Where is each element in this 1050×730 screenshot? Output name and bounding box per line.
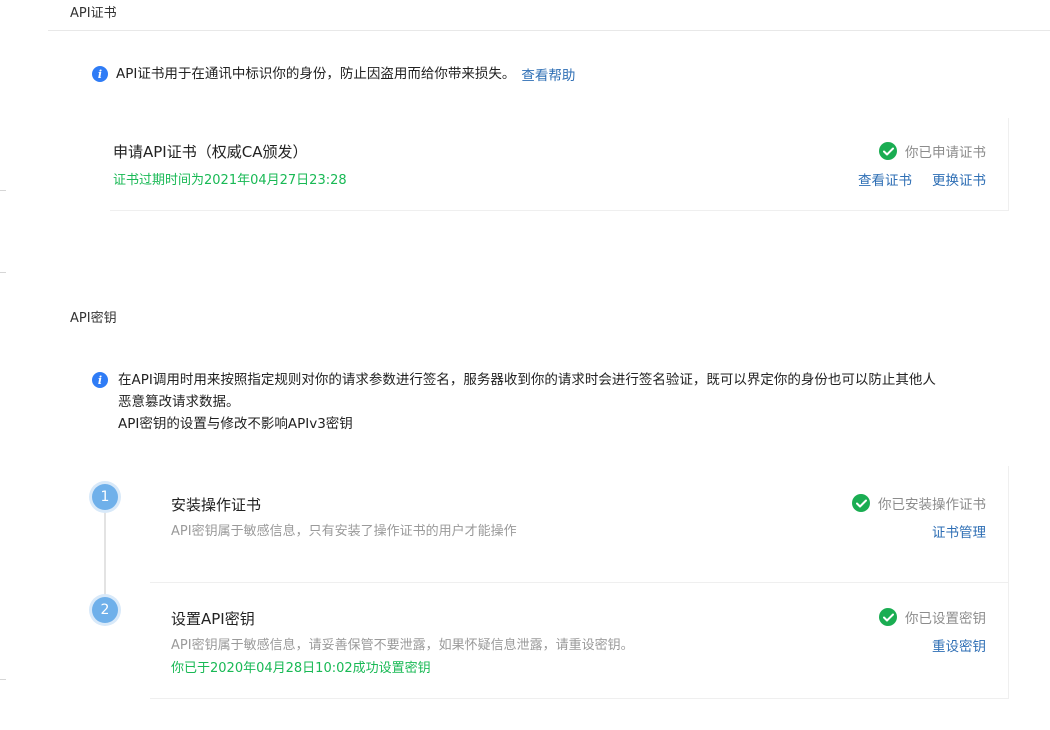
step-1-title: 安装操作证书 <box>171 496 262 514</box>
cert-section-divider <box>48 30 1050 31</box>
cert-info-text: API证书用于在通讯中标识你的身份，防止因盗用而给你带来损失。 <box>116 66 516 82</box>
step-2-title: 设置API密钥 <box>171 610 255 628</box>
key-info-line-3: API密钥的设置与修改不影响APIv3密钥 <box>118 416 353 432</box>
step-2-status: 你已设置密钥 <box>879 607 986 627</box>
check-circle-icon <box>852 494 870 512</box>
help-link[interactable]: 查看帮助 <box>521 64 575 84</box>
check-circle-icon <box>879 608 897 626</box>
check-circle-icon <box>879 142 897 160</box>
edge-tick <box>0 679 6 680</box>
step-1-desc: API密钥属于敏感信息，只有安装了操作证书的用户才能操作 <box>171 524 517 539</box>
cert-status: 你已申请证书 <box>879 141 986 161</box>
step-2-desc: API密钥属于敏感信息，请妥善保管不要泄露，如果怀疑信息泄露，请重设密钥。 <box>171 638 634 653</box>
info-icon: i <box>92 66 108 82</box>
replace-cert-link[interactable]: 更换证书 <box>932 169 986 189</box>
reset-key-link[interactable]: 重设密钥 <box>932 635 986 655</box>
step-connector <box>104 510 106 596</box>
step-1-status: 你已安装操作证书 <box>852 493 986 513</box>
cert-card-title: 申请API证书（权威CA颁发） <box>113 143 308 161</box>
cert-card <box>110 118 1009 211</box>
step-1-status-text: 你已安装操作证书 <box>878 497 986 513</box>
step-2-note: 你已于2020年04月28日10:02成功设置密钥 <box>171 661 431 676</box>
cert-actions: 查看证书 更换证书 <box>858 169 986 189</box>
key-section-title: API密钥 <box>70 311 117 326</box>
cert-section-title: API证书 <box>70 6 117 21</box>
cert-expiry-text: 证书过期时间为2021年04月27日23:28 <box>113 173 347 188</box>
key-info-line-2: 恶意篡改请求数据。 <box>118 394 240 410</box>
step-2-indicator: 2 <box>92 597 118 623</box>
view-cert-link[interactable]: 查看证书 <box>858 169 912 189</box>
key-info-line-1: 在API调用时用来按照指定规则对你的请求参数进行签名，服务器收到你的请求时会进行… <box>118 372 936 388</box>
cert-status-text: 你已申请证书 <box>905 145 986 161</box>
info-icon: i <box>92 372 108 388</box>
step-2-status-text: 你已设置密钥 <box>905 611 986 627</box>
cert-manage-link[interactable]: 证书管理 <box>932 521 986 541</box>
key-info-block: i 在API调用时用来按照指定规则对你的请求参数进行签名，服务器收到你的请求时会… <box>92 369 1022 435</box>
cert-info-row: i API证书用于在通讯中标识你的身份，防止因盗用而给你带来损失。 查看帮助 <box>92 63 575 85</box>
edge-tick <box>0 190 6 191</box>
edge-tick <box>0 272 6 273</box>
step-1-indicator: 1 <box>92 484 118 510</box>
